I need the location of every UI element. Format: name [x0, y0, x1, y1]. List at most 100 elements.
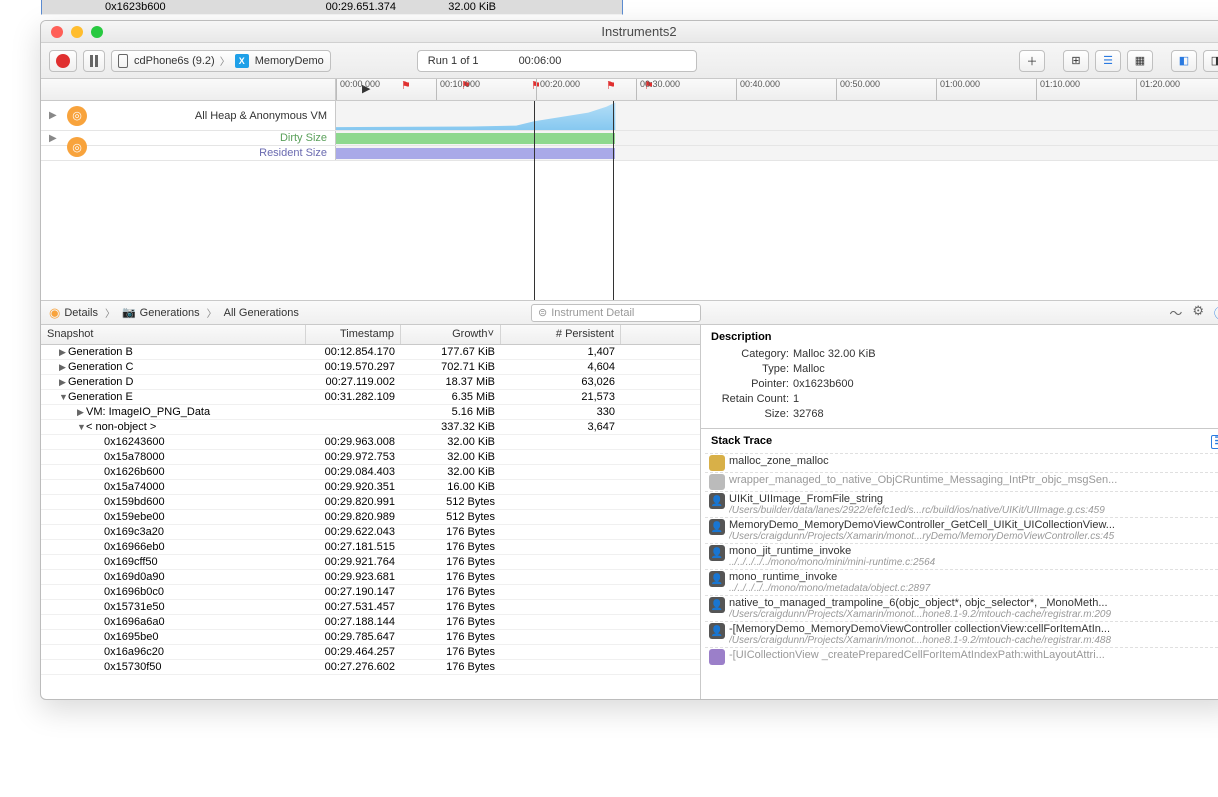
xamarin-icon: X — [235, 54, 249, 68]
stack-frame[interactable]: -[UICollectionView _createPreparedCellFo… — [705, 647, 1218, 666]
all-generations-button[interactable]: All Generations — [224, 307, 299, 319]
col-growth[interactable]: Growth˅ — [401, 325, 501, 344]
pause-icon — [90, 55, 98, 67]
track-label: Dirty Size — [280, 132, 327, 144]
table-row[interactable]: ▼< non-object >337.32 KiB3,647 — [41, 420, 700, 435]
allocations-icon: ◎ — [67, 106, 87, 126]
record-button[interactable] — [49, 50, 77, 72]
table-row[interactable]: 0x159ebe0000:29.820.989512 Bytes — [41, 510, 700, 525]
ruler-tick: 01:20.000 — [1136, 79, 1180, 100]
frame-icon: 👤 — [709, 545, 725, 561]
col-snapshot[interactable]: Snapshot — [41, 325, 306, 344]
col-persistent[interactable]: # Persistent — [501, 325, 621, 344]
stack-frame[interactable]: 👤-[MemoryDemo_MemoryDemoViewController c… — [705, 621, 1218, 647]
table-row[interactable]: 0x1695be000:29.785.647176 Bytes — [41, 630, 700, 645]
stack-frame[interactable]: 👤MemoryDemo_MemoryDemoViewController_Get… — [705, 517, 1218, 543]
table-row[interactable]: ▶Generation D00:27.119.00218.37 MiB63,02… — [41, 375, 700, 390]
ruler-tick: 01:10.000 — [1036, 79, 1080, 100]
track-label: Resident Size — [259, 147, 327, 159]
table-row[interactable]: 0x1626b60000:29.084.40332.00 KiB — [41, 465, 700, 480]
stack-frame[interactable]: malloc_zone_malloc — [705, 453, 1218, 472]
table-header: Snapshot Timestamp Growth˅ # Persistent — [41, 325, 700, 345]
table-row[interactable]: 0x16a96c2000:29.464.257176 Bytes — [41, 645, 700, 660]
run-info[interactable]: Run 1 of 1 00:06:00 — [417, 50, 697, 72]
search-input[interactable]: ⊜Instrument Detail — [531, 304, 701, 322]
table-row[interactable]: 0x159bd60000:29.820.991512 Bytes — [41, 495, 700, 510]
ruler-tick: 00:40.000 — [736, 79, 780, 100]
target-selector[interactable]: cdPhone6s (9.2) 〉 X MemoryDemo — [111, 50, 331, 72]
camera-icon: 📷 — [122, 306, 136, 319]
device-icon — [118, 54, 128, 68]
gear-icon[interactable]: ⚙ — [1192, 303, 1204, 322]
frame-icon — [709, 455, 725, 471]
table-row[interactable]: ▶Generation B00:12.854.170177.67 KiB1,40… — [41, 345, 700, 360]
window-title: Instruments2 — [41, 24, 1218, 39]
add-button[interactable]: ＋ — [1019, 50, 1045, 72]
description-row: Category:Malloc 32.00 KiB — [711, 347, 1218, 362]
ruler-tick: 00:50.000 — [836, 79, 880, 100]
flag-icon[interactable]: ⚑ — [606, 79, 616, 92]
disclosure-icon[interactable]: ▶ — [49, 110, 57, 121]
table-row[interactable]: 0x16966eb000:27.181.515176 Bytes — [41, 540, 700, 555]
ruler-tick: 00:10.000 — [436, 79, 480, 100]
table-row[interactable]: 0x15730f5000:27.276.602176 Bytes — [41, 660, 700, 675]
timeline-ruler[interactable]: ▶ ⚑ ⚑ ⚑ ⚑ ⚑ 00:00.00000:10.00000:20.0000… — [41, 79, 1218, 101]
table-row[interactable]: 0x1696b0c000:27.190.147176 Bytes — [41, 585, 700, 600]
col-timestamp[interactable]: Timestamp — [306, 325, 401, 344]
right-pane-button[interactable]: ◨ — [1203, 50, 1218, 72]
ruler-tick: 01:00.000 — [936, 79, 980, 100]
inspector-panel: Description Category:Malloc 32.00 KiBTyp… — [701, 325, 1218, 699]
stack-frame[interactable]: wrapper_managed_to_native_ObjCRuntime_Me… — [705, 472, 1218, 491]
disclosure-icon[interactable]: ▶ — [49, 133, 57, 144]
generations-button[interactable]: 📷Generations — [122, 306, 200, 319]
instruments-window: Instruments2 cdPhone6s (9.2) 〉 X MemoryD… — [40, 20, 1218, 700]
stack-frame[interactable]: 👤native_to_managed_trampoline_6(objc_obj… — [705, 595, 1218, 621]
description-row: Type:Malloc — [711, 362, 1218, 377]
track-label: All Heap & Anonymous VM — [195, 110, 327, 122]
extended-detail-icon[interactable]: ⓔ — [1214, 303, 1218, 322]
left-pane-button[interactable]: ◧ — [1171, 50, 1197, 72]
stack-frame[interactable]: 👤mono_jit_runtime_invoke../../../../../m… — [705, 543, 1218, 569]
frame-icon: 👤 — [709, 597, 725, 613]
description-section: Description Category:Malloc 32.00 KiBTyp… — [701, 325, 1218, 429]
stack-frame[interactable]: 👤mono_runtime_invoke../../../../../mono/… — [705, 569, 1218, 595]
table-row[interactable]: 0x169cff5000:29.921.764176 Bytes — [41, 555, 700, 570]
tracks-area: ▶ ◎ All Heap & Anonymous VM ▶ ◎ Dirty Si… — [41, 101, 1218, 301]
stack-trace-header: Stack Trace ☰ — [701, 429, 1218, 453]
filter-icon: ⊜ — [538, 306, 547, 319]
details-button[interactable]: ◉Details — [49, 305, 98, 321]
description-title: Description — [711, 331, 1218, 343]
toolbar: cdPhone6s (9.2) 〉 X MemoryDemo Run 1 of … — [41, 43, 1218, 79]
list-view-button[interactable]: ☰ — [1095, 50, 1121, 72]
table-row[interactable]: 0x15a7400000:29.920.35116.00 KiB — [41, 480, 700, 495]
ruler-tick: 00:20.000 — [536, 79, 580, 100]
snapshot-table: Snapshot Timestamp Growth˅ # Persistent … — [41, 325, 701, 699]
table-row[interactable]: 0x1696a6a000:27.188.144176 Bytes — [41, 615, 700, 630]
frame-icon: 👤 — [709, 519, 725, 535]
table-row[interactable]: ▶VM: ImageIO_PNG_Data5.16 MiB330 — [41, 405, 700, 420]
table-row[interactable]: ▶Generation C00:19.570.297702.71 KiB4,60… — [41, 360, 700, 375]
table-row[interactable]: 0x15731e5000:27.531.457176 Bytes — [41, 600, 700, 615]
detail-bar: ◉Details 〉 📷Generations 〉 All Generation… — [41, 301, 1218, 325]
grid-view-button[interactable]: ▦ — [1127, 50, 1153, 72]
flag-icon[interactable]: ⚑ — [401, 79, 411, 92]
frame-icon: 👤 — [709, 623, 725, 639]
table-row[interactable]: 0x1624360000:29.963.00832.00 KiB — [41, 435, 700, 450]
table-row[interactable]: 0x169d0a9000:29.923.681176 Bytes — [41, 570, 700, 585]
table-row[interactable]: 0x15a7800000:29.972.75332.00 KiB — [41, 450, 700, 465]
pause-button[interactable] — [83, 50, 105, 72]
wave-icon[interactable]: 〜 — [1169, 303, 1182, 322]
description-row: Size:32768 — [711, 407, 1218, 422]
details-icon: ◉ — [49, 305, 60, 321]
description-row: Retain Count:1 — [711, 392, 1218, 407]
frame-icon — [709, 474, 725, 490]
table-row[interactable]: ▼Generation E00:31.282.1096.35 MiB21,573 — [41, 390, 700, 405]
record-icon — [56, 54, 70, 68]
stack-options-button[interactable]: ☰ — [1211, 435, 1218, 449]
frame-icon — [709, 649, 725, 665]
table-row[interactable]: 0x169c3a2000:29.622.043176 Bytes — [41, 525, 700, 540]
frame-icon: 👤 — [709, 571, 725, 587]
chevron-right-icon: 〉 — [220, 53, 230, 68]
strategy-button[interactable]: ⊞ — [1063, 50, 1089, 72]
stack-frame[interactable]: 👤UIKit_UIImage_FromFile_string/Users/bui… — [705, 491, 1218, 517]
